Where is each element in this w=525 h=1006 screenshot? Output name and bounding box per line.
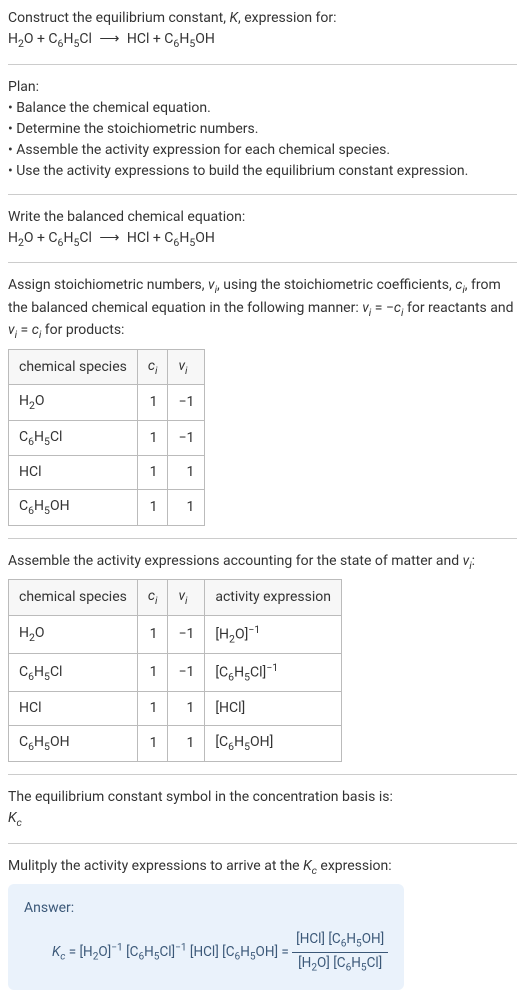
stoich-text: Assign stoichiometric numbers, νi, using… bbox=[8, 275, 517, 343]
construct-prompt: Construct the equilibrium constant, K, e… bbox=[8, 8, 517, 29]
symbol-text: The equilibrium constant symbol in the c… bbox=[8, 787, 517, 808]
activity-table: chemical species ci νi activity expressi… bbox=[8, 579, 342, 762]
table-row: C6H5Cl1−1[C6H5Cl]−1 bbox=[9, 654, 342, 692]
plan-item: • Determine the stoichiometric numbers. bbox=[8, 119, 517, 140]
plan-item: • Balance the chemical equation. bbox=[8, 98, 517, 119]
plan-title: Plan: bbox=[8, 77, 517, 98]
symbol-value: Kc bbox=[8, 808, 517, 831]
table-header: ci bbox=[137, 349, 168, 385]
table-row: HCl11[HCl] bbox=[9, 692, 342, 726]
answer-box: Answer: Kc = [H2O]−1 [C6H5Cl]−1 [HCl] [C… bbox=[8, 884, 404, 990]
table-row: C6H5OH11[C6H5OH] bbox=[9, 726, 342, 762]
table-row: H2O1−1[H2O]−1 bbox=[9, 616, 342, 654]
table-row: C6H5Cl1−1 bbox=[9, 420, 205, 456]
table-header: activity expression bbox=[205, 580, 342, 616]
table-header: ci bbox=[137, 580, 168, 616]
table-row: HCl11 bbox=[9, 456, 205, 490]
table-row: H2O1−1 bbox=[9, 385, 205, 421]
plan-item: • Assemble the activity expression for e… bbox=[8, 140, 517, 161]
answer-equation: Kc = [H2O]−1 [C6H5Cl]−1 [HCl] [C6H5OH] =… bbox=[24, 929, 388, 976]
multiply-text: Mulitply the activity expressions to arr… bbox=[8, 856, 517, 879]
balanced-title: Write the balanced chemical equation: bbox=[8, 207, 517, 228]
balanced-equation: H2O + C6H5Cl HCl + C6H5OH bbox=[8, 228, 517, 251]
construct-equation: H2O + C6H5Cl HCl + C6H5OH bbox=[8, 29, 517, 52]
table-header: νi bbox=[168, 349, 205, 385]
stoich-table: chemical species ci νi H2O1−1 C6H5Cl1−1 … bbox=[8, 349, 205, 526]
table-header: chemical species bbox=[9, 580, 138, 616]
plan-item: • Use the activity expressions to build … bbox=[8, 161, 517, 182]
table-row: C6H5OH11 bbox=[9, 490, 205, 526]
answer-label: Answer: bbox=[24, 898, 388, 919]
activity-text: Assemble the activity expressions accoun… bbox=[8, 551, 517, 574]
table-header: νi bbox=[168, 580, 205, 616]
table-header: chemical species bbox=[9, 349, 138, 385]
